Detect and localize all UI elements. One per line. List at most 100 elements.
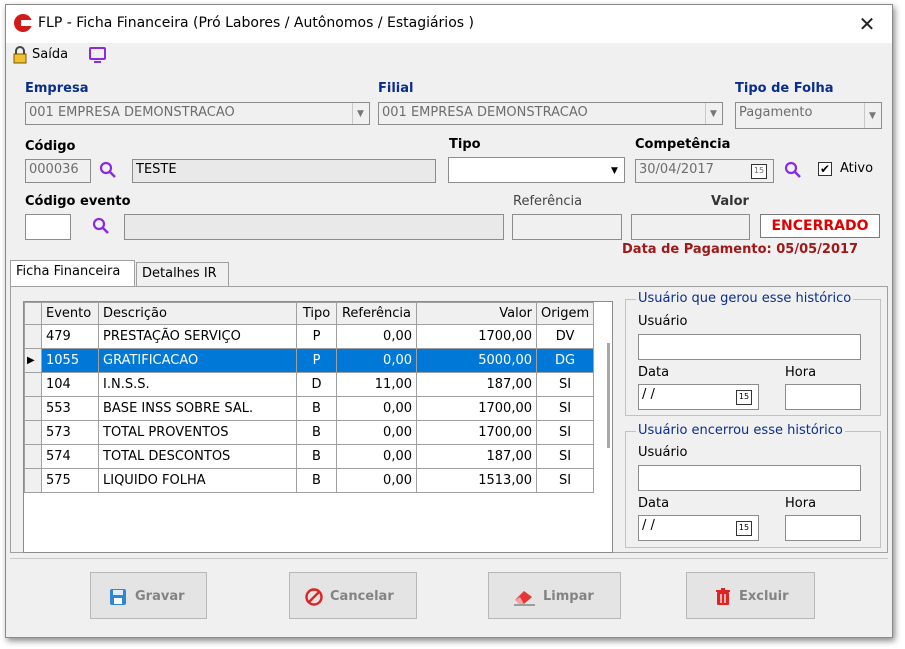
table-cell[interactable]: SI [535,468,595,493]
table-row[interactable]: ▶ 1055 GRATIFICACAO P 0,00 5000,00 DG [24,348,595,373]
encerrou-hora-field[interactable] [785,515,861,541]
row-indicator[interactable] [24,324,42,349]
table-cell[interactable]: 0,00 [336,444,417,469]
col-valor[interactable]: Valor [416,302,537,325]
filial-combo[interactable]: 001 EMPRESA DEMONSTRACAO ▼ [378,102,723,125]
table-cell[interactable]: SI [535,444,595,469]
table-cell[interactable]: 187,00 [416,372,537,397]
empresa-combo[interactable]: 001 EMPRESA DEMONSTRACAO ▼ [25,102,370,125]
table-row[interactable]: 573 TOTAL PROVENTOS B 0,00 1700,00 SI [24,420,595,445]
table-row[interactable]: 574 TOTAL DESCONTOS B 0,00 187,00 SI [24,444,595,469]
nome-field[interactable]: TESTE [132,159,436,183]
table-cell[interactable]: 0,00 [336,420,417,445]
gerou-hora-field[interactable] [785,384,861,410]
table-row[interactable]: 575 LIQUIDO FOLHA B 0,00 1513,00 SI [24,468,595,493]
gravar-button[interactable]: Gravar [90,572,207,619]
table-cell[interactable]: BASE INSS SOBRE SAL. [98,396,297,421]
competencia-field[interactable]: 30/04/2017 15 [635,159,774,183]
col-origem[interactable]: Origem [535,302,595,325]
encerrou-data-field[interactable]: / / 15 [638,515,759,541]
table-cell[interactable]: 1513,00 [416,468,537,493]
col-referencia[interactable]: Referência [336,302,417,325]
encerrou-usuario-field[interactable] [638,465,861,491]
monitor-icon[interactable] [88,46,108,64]
table-cell[interactable]: 574 [41,444,99,469]
table-cell[interactable]: LIQUIDO FOLHA [98,468,297,493]
table-cell[interactable]: B [296,468,337,493]
encerrou-calendar-icon[interactable]: 15 [736,521,752,536]
codigo-evento-field[interactable] [25,214,71,240]
referencia-field[interactable] [512,214,622,240]
table-cell[interactable]: 1700,00 [416,396,537,421]
tipo-combo[interactable]: ▼ [448,157,625,183]
tab-detalhes-ir[interactable]: Detalhes IR [136,262,229,286]
tab-ficha-financeira[interactable]: Ficha Financeira [10,260,135,286]
table-cell[interactable]: TOTAL PROVENTOS [98,420,297,445]
table-cell[interactable]: 0,00 [336,348,417,373]
table-cell[interactable]: 1055 [41,348,99,373]
table-row[interactable]: 479 PRESTAÇÃO SERVIÇO P 0,00 1700,00 DV [24,324,595,349]
codigo-search-icon[interactable] [99,161,117,179]
evento-desc-field[interactable] [124,214,504,240]
table-cell[interactable]: B [296,420,337,445]
table-cell[interactable]: 11,00 [336,372,417,397]
row-indicator[interactable] [24,420,42,445]
table-cell[interactable]: 1700,00 [416,420,537,445]
gerou-data-field[interactable]: / / 15 [638,384,759,410]
close-button[interactable]: ✕ [854,11,880,37]
grid-scrollbar[interactable] [607,343,610,448]
row-pointer-icon[interactable]: ▶ [24,348,42,373]
table-cell[interactable]: DG [535,348,595,373]
table-cell[interactable]: P [296,324,337,349]
table-cell[interactable]: SI [535,396,595,421]
col-evento[interactable]: Evento [41,302,99,325]
table-cell[interactable]: 104 [41,372,99,397]
tipo-folha-dropdown-icon[interactable]: ▼ [864,103,881,128]
table-cell[interactable]: GRATIFICACAO [98,348,297,373]
table-cell[interactable]: 553 [41,396,99,421]
table-cell[interactable]: SI [535,420,595,445]
row-indicator[interactable] [24,468,42,493]
table-row[interactable]: 104 I.N.S.S. D 11,00 187,00 SI [24,372,595,397]
ativo-checkbox[interactable]: ✔ [818,162,832,176]
table-cell[interactable]: 575 [41,468,99,493]
empresa-dropdown-icon[interactable]: ▼ [352,103,369,124]
table-cell[interactable]: 187,00 [416,444,537,469]
col-descricao[interactable]: Descrição [98,302,297,325]
table-cell[interactable]: D [296,372,337,397]
exit-button[interactable]: Saída [12,45,132,67]
table-cell[interactable]: I.N.S.S. [98,372,297,397]
row-indicator[interactable] [24,396,42,421]
tipo-folha-combo[interactable]: Pagamento ▼ [735,102,882,129]
tipo-dropdown-icon[interactable]: ▼ [607,158,624,182]
table-cell[interactable]: 573 [41,420,99,445]
table-cell[interactable]: 5000,00 [416,348,537,373]
table-cell[interactable]: 479 [41,324,99,349]
valor-field[interactable] [631,214,750,240]
table-row[interactable]: 553 BASE INSS SOBRE SAL. B 0,00 1700,00 SI [24,396,595,421]
row-indicator[interactable] [24,372,42,397]
limpar-button[interactable]: Limpar [488,572,621,619]
evento-search-icon[interactable] [92,217,110,235]
filial-dropdown-icon[interactable]: ▼ [705,103,722,124]
codigo-field[interactable]: 000036 [25,159,91,183]
table-cell[interactable]: 0,00 [336,324,417,349]
table-cell[interactable]: 0,00 [336,396,417,421]
table-cell[interactable]: TOTAL DESCONTOS [98,444,297,469]
events-grid[interactable]: Evento Descrição Tipo Referência Valor O… [23,301,613,553]
table-cell[interactable]: 1700,00 [416,324,537,349]
table-cell[interactable]: 0,00 [336,468,417,493]
gerou-usuario-field[interactable] [638,334,861,360]
gerou-calendar-icon[interactable]: 15 [736,390,752,405]
competencia-search-icon[interactable] [784,161,802,179]
table-cell[interactable]: P [296,348,337,373]
cancelar-button[interactable]: Cancelar [289,572,417,619]
competencia-calendar-icon[interactable]: 15 [751,164,767,179]
table-cell[interactable]: B [296,444,337,469]
table-cell[interactable]: PRESTAÇÃO SERVIÇO [98,324,297,349]
table-cell[interactable]: DV [535,324,595,349]
excluir-button[interactable]: Excluir [686,572,815,619]
col-tipo[interactable]: Tipo [296,302,337,325]
row-indicator[interactable] [24,444,42,469]
table-cell[interactable]: SI [535,372,595,397]
